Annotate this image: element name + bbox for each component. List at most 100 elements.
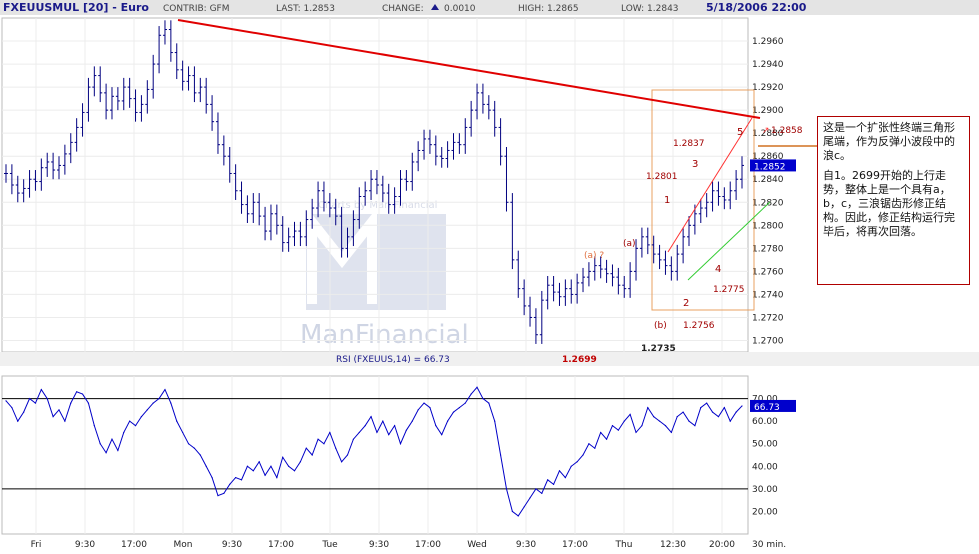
rsi-point — [488, 402, 490, 404]
rsi-point — [417, 409, 419, 411]
rsi-point — [129, 420, 131, 422]
rsi-point — [700, 407, 702, 409]
rsi-point — [158, 397, 160, 400]
rsi-point — [152, 402, 154, 404]
rsi-series-line — [5, 386, 743, 517]
rsi-tick-label: 40.00 — [752, 462, 778, 472]
rsi-point — [682, 411, 684, 413]
rsi-point — [311, 454, 313, 456]
rsi-point — [570, 465, 572, 467]
rsi-tick-label: 20.00 — [752, 507, 778, 517]
rsi-point — [741, 405, 743, 407]
rsi-point — [28, 397, 31, 400]
rsi-point — [382, 420, 384, 422]
rsi-point — [187, 443, 190, 445]
header-high: HIGH: 1.2865 — [518, 4, 579, 14]
rsi-point — [370, 416, 372, 418]
rsi-point — [335, 447, 337, 449]
x-tick-label: Tue — [321, 540, 338, 550]
header-low: LOW: 1.2843 — [621, 4, 679, 14]
price-tick-label: 1.2940 — [752, 60, 784, 70]
x-tick-label: 17:00 — [415, 540, 441, 550]
price-tick-label: 1.2840 — [752, 175, 784, 185]
rsi-point — [140, 416, 143, 418]
rsi-point — [605, 438, 608, 440]
rsi-point — [505, 488, 508, 490]
rsi-point — [329, 431, 331, 434]
rsi-point — [499, 454, 502, 456]
rsi-point — [552, 483, 555, 485]
rsi-point — [647, 407, 649, 409]
rsi-point — [170, 402, 172, 404]
wave-label-p5: 1.2756 — [683, 321, 715, 331]
rsi-point — [105, 452, 107, 454]
wave-label-p4: 1.2775 — [713, 285, 745, 295]
rsi-point — [723, 407, 725, 409]
x-tick-label: 9:30 — [75, 540, 95, 550]
rsi-point — [617, 429, 619, 431]
rsi-point — [264, 474, 266, 476]
rsi-point — [511, 510, 513, 513]
rsi-point — [582, 454, 584, 456]
rsi-point — [288, 465, 290, 467]
rsi-point — [670, 431, 672, 434]
header-change-label: CHANGE: — [382, 4, 424, 14]
rsi-point — [399, 443, 402, 445]
rsi-point — [441, 434, 443, 436]
rsi-point — [64, 420, 66, 422]
rsi-point — [547, 479, 549, 481]
rsi-point — [23, 411, 25, 413]
rsi-point — [535, 488, 537, 490]
rsi-point — [629, 413, 631, 415]
x-tick-label: 12:30 — [660, 540, 686, 550]
rsi-point — [164, 388, 166, 391]
note-paragraph-1: 这是一个扩张性终端三角形尾端，作为反弹小波段中的浪c。 — [823, 121, 955, 162]
price-tick-label: 1.2960 — [752, 37, 784, 47]
rsi-point — [176, 420, 178, 422]
arrow-glyph: ↗ — [762, 126, 770, 136]
rsi-point — [87, 402, 90, 404]
rsi-point — [711, 411, 714, 413]
rsi-point — [482, 397, 484, 400]
rsi-point — [653, 416, 655, 418]
wave-label-w4: 4 — [715, 264, 721, 275]
x-tick-label: 17:00 — [562, 540, 588, 550]
rsi-point — [429, 407, 431, 409]
rsi-panel-frame — [1, 375, 749, 535]
header-last: LAST: 1.2853 — [276, 4, 335, 14]
rsi-point — [388, 434, 390, 436]
rsi-point — [694, 425, 696, 427]
rsi-point — [99, 443, 101, 445]
rsi-point — [199, 454, 201, 456]
rsi-point — [182, 431, 184, 434]
rsi-tick-label: 60.00 — [752, 417, 778, 427]
rsi-point — [240, 479, 243, 481]
rsi-point — [588, 443, 590, 445]
x-tick-label: 20:00 — [709, 540, 735, 550]
watermark-text-2: ManFinancial — [300, 320, 469, 350]
x-tick-label: Thu — [615, 540, 633, 550]
rsi-point — [447, 420, 449, 422]
rsi-point — [464, 402, 466, 404]
rsi-title-bar — [0, 352, 979, 366]
wave-label-w5: 5 — [737, 127, 743, 138]
rsi-point — [111, 438, 113, 440]
note-paragraph-2: 自1。2699开始的上行走势，整体上是一个具有a，b，c，三浪锯齿形修正结构。因… — [823, 169, 955, 238]
rsi-point — [364, 425, 366, 427]
header-symbol: FXEUUSMUL [20] - Euro — [3, 1, 149, 14]
rsi-point — [358, 431, 360, 434]
rsi-point — [452, 411, 455, 413]
rsi-point — [123, 431, 125, 434]
rsi-point — [258, 461, 260, 463]
rsi-point — [558, 470, 561, 472]
price-tick-label: 1.2760 — [752, 267, 784, 277]
rsi-point — [658, 420, 661, 422]
rsi-point — [341, 461, 343, 463]
wave-label-w1: 1 — [664, 195, 670, 206]
rsi-point — [346, 454, 349, 456]
rsi-point — [17, 420, 19, 422]
x-tick-label: 9:30 — [222, 540, 242, 550]
rsi-point — [40, 388, 42, 391]
rsi-point — [706, 402, 708, 404]
rsi-point — [435, 425, 437, 427]
